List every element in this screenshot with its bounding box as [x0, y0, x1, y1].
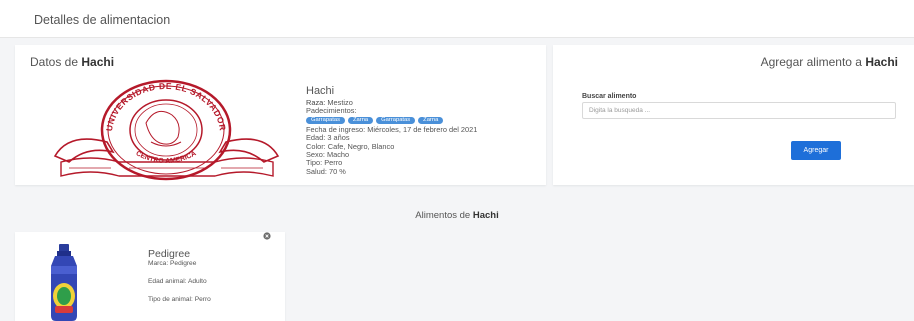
search-food-label: Buscar alimento	[582, 93, 637, 100]
add-food-button[interactable]: Agregar	[791, 141, 841, 160]
pet-padecimientos-label: Padecimientos:	[306, 106, 357, 116]
padecimiento-badge: Zarna	[348, 116, 374, 124]
university-seal-logo: UNIVERSIDAD DE EL SALVADOR CENTRO AMERIC…	[53, 79, 280, 181]
pet-name: Hachi	[306, 85, 335, 97]
top-bar: Detalles de alimentacion	[0, 0, 914, 38]
product-image	[51, 244, 77, 321]
add-food-pet-name: Hachi	[865, 55, 898, 69]
page-title: Detalles de alimentacion	[34, 13, 171, 27]
pet-info: Hachi Raza: Mestizo Padecimientos: Garra…	[306, 85, 477, 176]
foods-section-title: Alimentos de Hachi	[415, 210, 499, 221]
food-name: Pedigree	[148, 248, 191, 260]
foods-section-pet-name: Hachi	[472, 210, 499, 221]
padecimiento-badge: Garrapatas	[376, 116, 416, 124]
search-food-input[interactable]	[582, 102, 896, 119]
pet-card-title: Datos de Hachi	[30, 55, 115, 69]
svg-text:CENTRO AMERICA: CENTRO AMERICA	[135, 150, 198, 165]
add-food-title: Agregar alimento a Hachi	[760, 55, 898, 69]
close-icon[interactable]	[263, 232, 271, 240]
food-marca: Marca: Pedigree	[148, 260, 197, 267]
padecimiento-badge: Zarna	[418, 116, 444, 124]
padecimientos-badges: Garrapatas Zarna Garrapatas Zarna	[306, 116, 477, 124]
svg-text:UNIVERSIDAD DE EL SALVADOR: UNIVERSIDAD DE EL SALVADOR	[104, 81, 228, 132]
pet-details-card: Datos de Hachi UNIVERSIDAD DE EL SALVADO…	[15, 45, 546, 185]
pet-card-pet-name: Hachi	[81, 55, 115, 69]
food-tipo-animal: Tipo de animal: Perro	[148, 296, 211, 303]
food-edad-animal: Edad animal: Adulto	[148, 278, 207, 285]
food-card: Pedigree Marca: Pedigree Edad animal: Ad…	[15, 232, 285, 321]
pet-salud: Salud: 70 %	[306, 166, 346, 176]
food-info: Pedigree Marca: Pedigree Edad animal: Ad…	[148, 248, 211, 303]
padecimiento-badge: Garrapatas	[306, 116, 345, 124]
add-food-card: Agregar alimento a Hachi Buscar alimento…	[553, 45, 914, 185]
